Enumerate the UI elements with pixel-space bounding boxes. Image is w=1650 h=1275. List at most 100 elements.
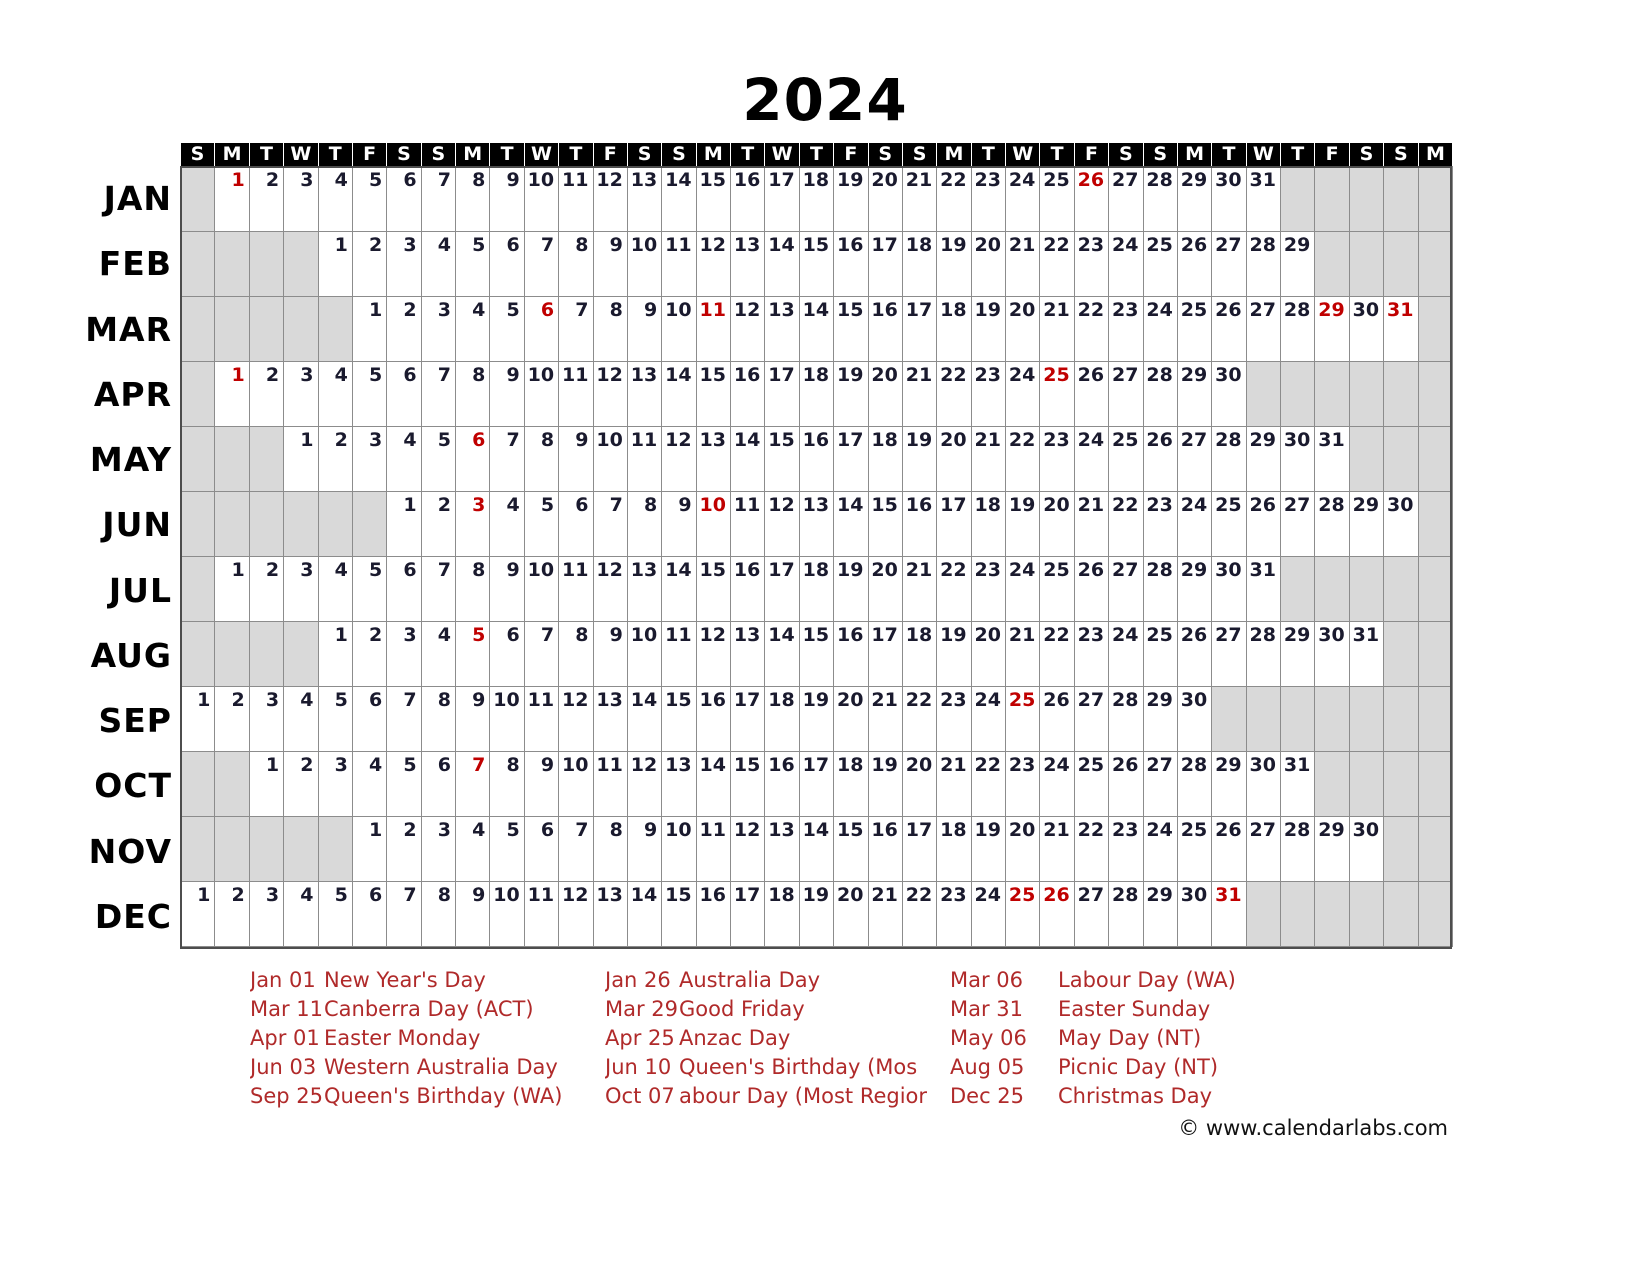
- day-cell[interactable]: 29: [1176, 361, 1213, 427]
- day-cell[interactable]: 16: [833, 621, 869, 687]
- day-cell[interactable]: 28: [1142, 361, 1178, 427]
- day-cell[interactable]: 11: [592, 751, 628, 817]
- day-cell[interactable]: 4: [454, 816, 491, 882]
- day-cell[interactable]: 6: [523, 816, 560, 882]
- day-cell[interactable]: 10: [626, 621, 663, 687]
- day-cell[interactable]: 11: [695, 296, 732, 362]
- day-cell[interactable]: 20: [970, 231, 1007, 297]
- day-cell[interactable]: 26: [1176, 231, 1213, 297]
- day-cell[interactable]: 1: [317, 621, 353, 687]
- day-cell[interactable]: 9: [489, 166, 525, 232]
- day-cell[interactable]: 1: [214, 556, 250, 622]
- day-cell[interactable]: 24: [1108, 231, 1144, 297]
- day-cell[interactable]: 31: [1383, 296, 1419, 362]
- day-cell[interactable]: 28: [1245, 621, 1282, 687]
- day-cell[interactable]: 18: [867, 426, 903, 492]
- day-cell[interactable]: 11: [661, 231, 697, 297]
- day-cell[interactable]: 21: [936, 751, 972, 817]
- day-cell[interactable]: 7: [386, 881, 422, 947]
- day-cell[interactable]: 15: [695, 556, 732, 622]
- day-cell[interactable]: 21: [867, 881, 903, 947]
- day-cell[interactable]: 5: [317, 686, 353, 752]
- day-cell[interactable]: 12: [695, 231, 732, 297]
- day-cell[interactable]: 24: [1176, 491, 1213, 557]
- day-cell[interactable]: 21: [867, 686, 903, 752]
- day-cell[interactable]: 12: [661, 426, 697, 492]
- day-cell[interactable]: 6: [386, 556, 422, 622]
- day-cell[interactable]: 13: [695, 426, 732, 492]
- day-cell[interactable]: 14: [661, 556, 697, 622]
- day-cell[interactable]: 18: [936, 816, 972, 882]
- day-cell[interactable]: 25: [1039, 166, 1075, 232]
- day-cell[interactable]: 27: [1211, 231, 1247, 297]
- day-cell[interactable]: 19: [833, 361, 869, 427]
- day-cell[interactable]: 27: [1279, 491, 1316, 557]
- day-cell[interactable]: 1: [351, 816, 388, 882]
- day-cell[interactable]: 1: [214, 361, 250, 427]
- day-cell[interactable]: 8: [592, 816, 628, 882]
- day-cell[interactable]: 2: [351, 231, 388, 297]
- day-cell[interactable]: 24: [1039, 751, 1075, 817]
- day-cell[interactable]: 4: [386, 426, 422, 492]
- day-cell[interactable]: 28: [1279, 296, 1316, 362]
- day-cell[interactable]: 6: [386, 166, 422, 232]
- day-cell[interactable]: 11: [558, 556, 594, 622]
- day-cell[interactable]: 9: [454, 881, 491, 947]
- day-cell[interactable]: 2: [248, 166, 285, 232]
- day-cell[interactable]: 13: [729, 231, 766, 297]
- day-cell[interactable]: 15: [798, 621, 835, 687]
- day-cell[interactable]: 15: [764, 426, 800, 492]
- day-cell[interactable]: 17: [901, 296, 938, 362]
- day-cell[interactable]: 21: [1004, 621, 1041, 687]
- day-cell[interactable]: 20: [970, 621, 1007, 687]
- day-cell[interactable]: 29: [1176, 166, 1213, 232]
- day-cell[interactable]: 5: [454, 231, 491, 297]
- day-cell[interactable]: 4: [351, 751, 388, 817]
- day-cell[interactable]: 17: [901, 816, 938, 882]
- day-cell[interactable]: 28: [1279, 816, 1316, 882]
- day-cell[interactable]: 18: [764, 686, 800, 752]
- day-cell[interactable]: 6: [454, 426, 491, 492]
- day-cell[interactable]: 8: [454, 361, 491, 427]
- day-cell[interactable]: 20: [867, 556, 903, 622]
- day-cell[interactable]: 7: [523, 621, 560, 687]
- day-cell[interactable]: 27: [1073, 881, 1110, 947]
- day-cell[interactable]: 26: [1073, 556, 1110, 622]
- day-cell[interactable]: 3: [420, 296, 457, 362]
- day-cell[interactable]: 3: [454, 491, 491, 557]
- day-cell[interactable]: 19: [901, 426, 938, 492]
- day-cell[interactable]: 23: [970, 556, 1007, 622]
- day-cell[interactable]: 26: [1073, 166, 1110, 232]
- day-cell[interactable]: 20: [867, 166, 903, 232]
- day-cell[interactable]: 8: [420, 881, 457, 947]
- day-cell[interactable]: 20: [1004, 296, 1041, 362]
- day-cell[interactable]: 22: [1108, 491, 1144, 557]
- day-cell[interactable]: 12: [764, 491, 800, 557]
- day-cell[interactable]: 4: [283, 881, 319, 947]
- day-cell[interactable]: 29: [1279, 231, 1316, 297]
- day-cell[interactable]: 12: [592, 166, 628, 232]
- day-cell[interactable]: 4: [317, 556, 353, 622]
- day-cell[interactable]: 10: [489, 686, 525, 752]
- day-cell[interactable]: 22: [901, 881, 938, 947]
- day-cell[interactable]: 13: [626, 166, 663, 232]
- day-cell[interactable]: 12: [592, 556, 628, 622]
- day-cell[interactable]: 28: [1142, 556, 1178, 622]
- day-cell[interactable]: 2: [283, 751, 319, 817]
- day-cell[interactable]: 28: [1108, 881, 1144, 947]
- day-cell[interactable]: 31: [1314, 426, 1350, 492]
- day-cell[interactable]: 25: [1004, 686, 1041, 752]
- day-cell[interactable]: 13: [592, 686, 628, 752]
- day-cell[interactable]: 27: [1108, 166, 1144, 232]
- day-cell[interactable]: 29: [1348, 491, 1385, 557]
- day-cell[interactable]: 23: [936, 686, 972, 752]
- day-cell[interactable]: 8: [626, 491, 663, 557]
- day-cell[interactable]: 16: [867, 296, 903, 362]
- day-cell[interactable]: 14: [764, 621, 800, 687]
- day-cell[interactable]: 2: [386, 296, 422, 362]
- day-cell[interactable]: 3: [386, 231, 422, 297]
- day-cell[interactable]: 20: [1004, 816, 1041, 882]
- day-cell[interactable]: 2: [214, 686, 250, 752]
- day-cell[interactable]: 5: [489, 296, 525, 362]
- day-cell[interactable]: 24: [1073, 426, 1110, 492]
